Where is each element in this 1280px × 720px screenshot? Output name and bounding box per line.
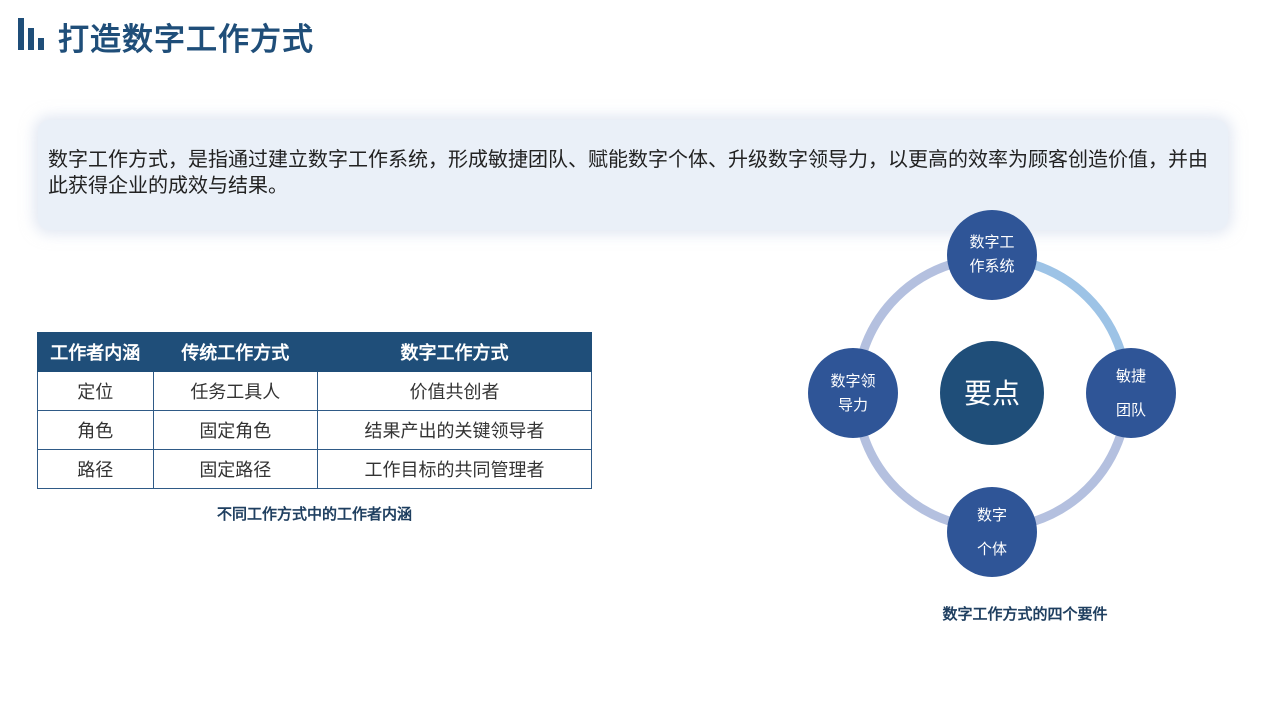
node-label: 数字 [977,506,1007,524]
node-digital-work-system: 数字工 作系统 [947,210,1037,300]
node-digital-leadership: 数字领 导力 [808,348,898,438]
table-header-row: 工作者内涵 传统工作方式 数字工作方式 [37,332,592,372]
worker-comparison-table: 工作者内涵 传统工作方式 数字工作方式 定位 任务工具人 价值共创者 角色 固定… [37,332,592,489]
node-label: 作系统 [969,257,1014,275]
bar-chart-icon [18,18,44,50]
node-label: 团队 [1116,401,1146,419]
table-caption: 不同工作方式中的工作者内涵 [216,505,412,523]
table-cell: 任务工具人 [152,371,319,411]
node-label: 导力 [838,396,868,414]
page-title: 打造数字工作方式 [58,22,314,58]
center-label: 要点 [964,377,1020,410]
table-cell: 固定角色 [152,410,319,450]
node-label: 个体 [977,540,1007,558]
node-agile-team: 敏捷 团队 [1086,348,1176,438]
ring-arc-bottom-left [859,433,953,526]
ring-arc-top-right [1031,260,1125,353]
node-digital-individual: 数字 个体 [947,487,1037,577]
diagram-caption: 数字工作方式的四个要件 [942,605,1108,623]
table-cell: 角色 [37,410,154,450]
table-cell: 定位 [37,371,154,411]
table-header-cell: 工作者内涵 [37,332,154,372]
table-row: 定位 任务工具人 价值共创者 [37,371,592,411]
table-header-cell: 数字工作方式 [317,332,592,372]
table-cell: 结果产出的关键领导者 [317,410,592,450]
table-cell: 价值共创者 [317,371,592,411]
table-cell: 路径 [37,449,154,489]
node-label: 敏捷 [1116,367,1146,385]
table-cell: 固定路径 [152,449,319,489]
cycle-diagram: 要点 数字工 作系统 敏捷 团队 数字 个体 数字领 导力 [808,210,1176,577]
table-row: 路径 固定路径 工作目标的共同管理者 [37,449,592,489]
ring-arc-bottom-right [1031,433,1125,526]
intro-text: 数字工作方式，是指通过建立数字工作系统，形成敏捷团队、赋能数字个体、升级数字领导… [48,147,1208,197]
ring-arc-top-left [859,260,953,353]
node-label: 数字工 [969,233,1014,251]
table-row: 角色 固定角色 结果产出的关键领导者 [37,410,592,450]
center-node: 要点 [940,341,1044,445]
table-cell: 工作目标的共同管理者 [317,449,592,489]
table-header-cell: 传统工作方式 [152,332,319,372]
node-label: 数字领 [830,372,875,390]
